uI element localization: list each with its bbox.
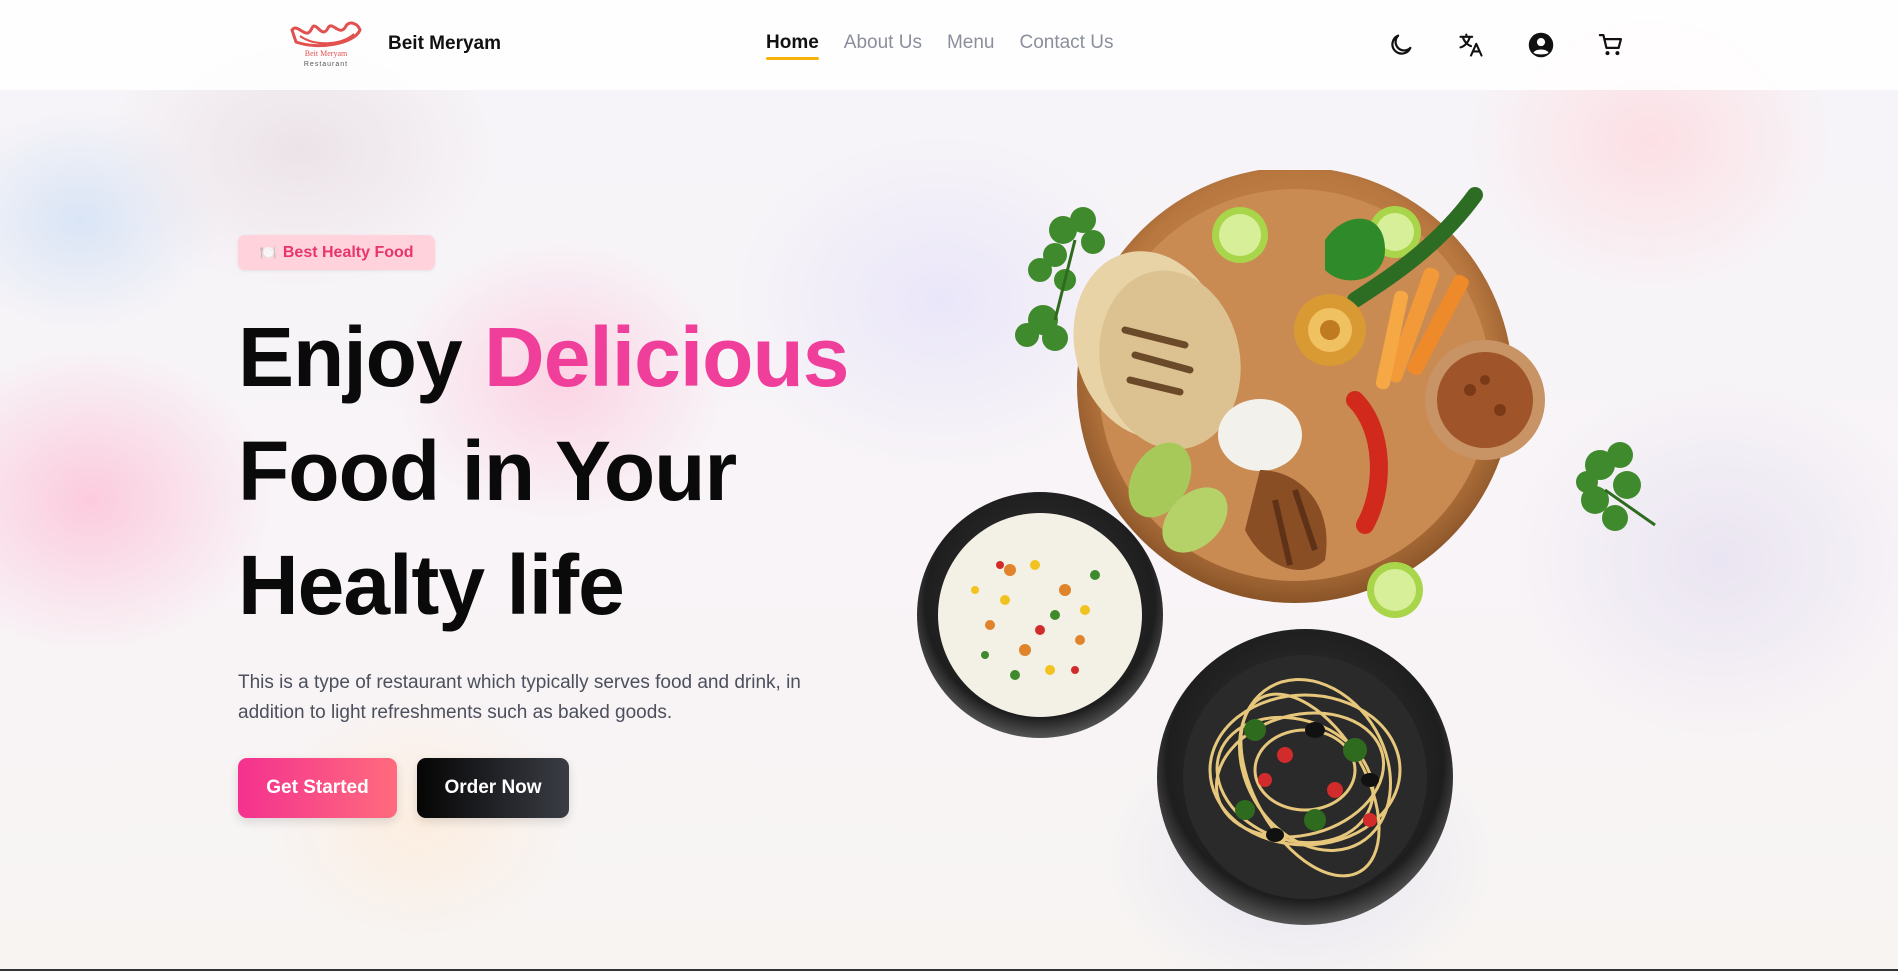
food-illustration	[915, 167, 1675, 940]
restaurant-logo[interactable]: Beit Meryam Restaurant	[288, 16, 364, 74]
headline-highlight: Delicious	[484, 310, 849, 404]
svg-text:Restaurant: Restaurant	[304, 61, 348, 68]
nav-link-menu[interactable]: Menu	[947, 32, 995, 60]
top-navbar: Beit Meryam Restaurant Beit Meryam Home …	[0, 0, 1898, 90]
nav-link-about-us[interactable]: About Us	[844, 32, 922, 60]
nav-link-contact-us[interactable]: Contact Us	[1019, 32, 1113, 60]
hero-headline: Enjoy Delicious Food in Your Healty life	[238, 300, 938, 642]
best-food-badge: 🍽️ Best Healty Food	[238, 235, 435, 270]
main-nav: Home About Us Menu Contact Us	[766, 32, 1113, 60]
account-icon[interactable]	[1527, 31, 1555, 59]
order-now-button[interactable]: Order Now	[417, 758, 569, 818]
headline-line2: Food in Your	[238, 424, 737, 518]
badge-label: Best Healty Food	[282, 243, 414, 261]
get-started-button[interactable]: Get Started	[238, 758, 397, 818]
plate-icon: 🍽️	[259, 244, 277, 260]
headline-part1: Enjoy	[238, 310, 485, 404]
cart-icon[interactable]	[1597, 31, 1625, 59]
brand-name[interactable]: Beit Meryam	[388, 33, 501, 55]
hero-description: This is a type of restaurant which typic…	[238, 672, 801, 723]
moon-icon[interactable]	[1387, 31, 1415, 59]
nav-link-home[interactable]: Home	[766, 32, 819, 60]
translate-icon[interactable]	[1457, 31, 1485, 59]
svg-text:Beit Meryam: Beit Meryam	[305, 49, 348, 58]
headline-line3: Healty life	[238, 538, 625, 632]
